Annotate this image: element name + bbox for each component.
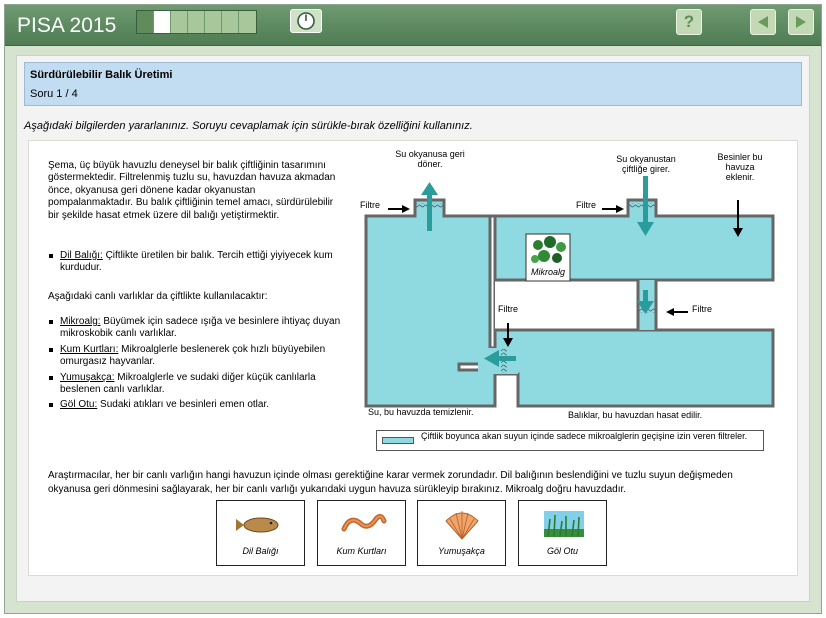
microalgae-image[interactable]: Mikroalg [525,233,571,282]
progress-segment [205,11,222,33]
microalgae-label: Mikroalg [531,267,565,277]
card-gol-otu[interactable]: Göl Otu [518,500,607,566]
progress-indicator [136,10,257,34]
arrow-right-icon [796,16,806,28]
nutrient-label: havuza [725,162,754,172]
filter-label: Filtre [576,200,596,210]
list-item: Mikroalg: Büyümek için sadece ışığa ve b… [48,316,348,341]
card-yumusakca[interactable]: Yumuşakça [417,500,506,566]
list-item: Göl Otu: Sudaki atıkları ve besinleri em… [48,399,348,411]
list-item: Kum Kurtları: Mikroalglerle beslenerek ç… [48,344,348,369]
filter-swatch [382,437,414,444]
question-number: Soru 1 / 4 [30,88,78,100]
return-label: Su okyanusa geri [395,149,465,159]
clock-icon [297,12,315,30]
card-dil-baligi[interactable]: Dil Balığı [216,500,305,566]
filter-label: Filtre [692,304,712,314]
shell-icon [445,511,479,540]
timer-button[interactable] [290,9,322,33]
instruction-text: Aşağıdaki bilgilerden yararlanınız. Soru… [24,120,473,132]
harvest-pool[interactable] [493,328,775,408]
list-term: Yumuşakça: [60,371,115,383]
organisms-intro: Aşağıdaki canlı varlıklar da çiftlikte k… [48,291,268,302]
fish-list: Dil Balığı: Çiftlikte üretilen bir balık… [48,250,348,278]
card-label: Dil Balığı [242,546,279,556]
filter [629,203,655,208]
list-term: Mikroalg: [60,316,101,327]
progress-segment [222,11,239,33]
filter-label: Filtre [360,200,380,210]
card-label: Göl Otu [546,546,578,556]
clean-pool-label: Su, bu havuzda temizlenir. [368,407,474,417]
fish-farm-diagram: Mikroalg Su okyanusa geri döner. Su okya… [360,149,775,420]
pond-weed-icon [544,511,584,538]
help-button[interactable]: ? [676,9,702,35]
previous-button[interactable] [750,9,776,35]
progress-segment [171,11,188,33]
card-label: Yumuşakça [438,546,485,556]
brand-title: PISA 2015 [17,14,117,37]
return-label: döner. [417,159,442,169]
organisms-list: Mikroalg: Büyümek için sadece ışığa ve b… [48,316,348,415]
legend-text: Çiftlik boyunca akan suyun içinde sadece… [421,431,748,441]
filter-label: Filtre [498,304,518,314]
next-button[interactable] [788,9,814,35]
list-desc: Büyümek için sadece ışığa ve besinlere i… [60,316,341,340]
question-header: Sürdürülebilir Balık Üretimi Soru 1 / 4 [24,62,802,106]
intro-paragraph: Şema, üç büyük havuzlu deneysel bir balı… [48,160,336,221]
help-icon: ? [683,12,695,31]
progress-segment [188,11,205,33]
unit-title: Sürdürülebilir Balık Üretimi [30,69,173,81]
pool-separator [495,280,773,330]
nutrient-label: eklenir. [726,172,755,182]
filter-legend: Çiftlik boyunca akan suyun içinde sadece… [376,430,764,451]
progress-segment [239,11,256,33]
enter-label: çiftliğe girer. [622,164,670,174]
list-desc: Sudaki atıkları ve besinleri emen otlar. [97,399,270,411]
progress-segment [154,11,171,33]
card-label: Kum Kurtları [336,546,387,556]
enter-label: Su okyanustan [616,154,676,164]
list-item: Yumuşakça: Mikroalglerle ve sudaki diğer… [48,372,348,397]
arrow-left-icon [758,16,768,28]
list-term: Dil Balığı: [60,250,103,261]
list-term: Göl Otu: [60,399,98,411]
worm-icon [341,513,387,532]
progress-segment [137,11,154,33]
card-kum-kurtlari[interactable]: Kum Kurtları [317,500,406,566]
sole-fish-icon [236,517,279,533]
task-text: Araştırmacılar, her bir canlı varlığın h… [48,470,733,495]
list-term: Kum Kurtları: [60,343,119,355]
list-item: Dil Balığı: Çiftlikte üretilen bir balık… [48,250,348,275]
harvest-label: Balıklar, bu havuzdan hasat edilir. [568,410,702,420]
nutrient-label: Besinler bu [717,152,762,162]
